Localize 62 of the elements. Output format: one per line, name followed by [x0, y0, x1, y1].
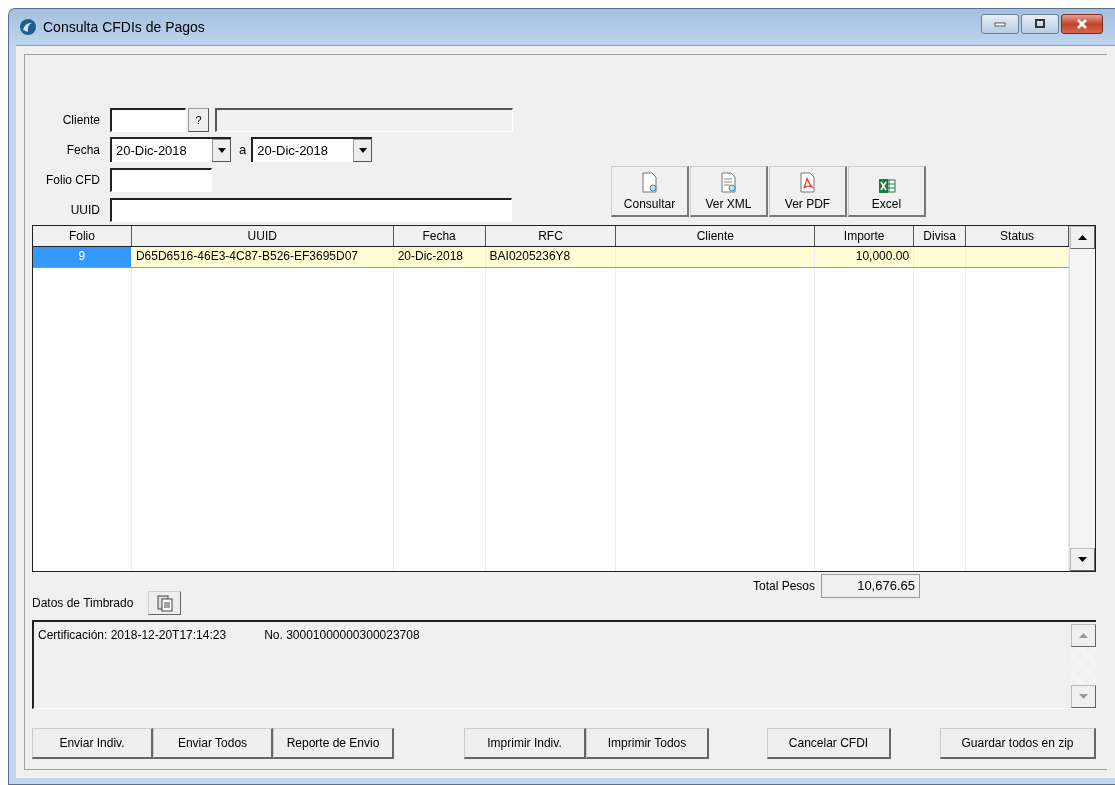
- column-header[interactable]: Divisa: [914, 226, 967, 246]
- column-header[interactable]: RFC: [485, 226, 617, 246]
- column-header[interactable]: Cliente: [616, 226, 816, 246]
- action-button[interactable]: Guardar todos en zip: [940, 728, 1096, 759]
- scroll-up-icon: [1078, 235, 1087, 240]
- table-cell: 10,000.00: [815, 247, 915, 267]
- client-field[interactable]: [110, 107, 186, 132]
- folio-field[interactable]: [110, 167, 212, 192]
- range-separator: a: [239, 142, 247, 157]
- scroll-down-icon: [1078, 557, 1087, 562]
- table-row[interactable]: 9 D65D6516-46E3-4C87-B526-EF3695D07 20-Dic-2018 BAI0205236Y8 10,000.00: [33, 247, 1069, 268]
- field-label: Folio CFD: [45, 172, 100, 187]
- scroll-down-icon: [1079, 694, 1088, 699]
- total-value: 10,676.65: [821, 573, 920, 598]
- scroll-up-icon: [1079, 633, 1088, 638]
- close-button[interactable]: [1061, 14, 1103, 34]
- minimize-icon: [994, 21, 1006, 27]
- document-search-icon: [640, 172, 659, 194]
- action-button[interactable]: Cancelar CFDI: [767, 728, 891, 759]
- certification-text: Certificación: 2018-12-20T17:14:23: [38, 628, 227, 644]
- help-button[interactable]: ?: [188, 107, 209, 132]
- close-icon: [1075, 19, 1089, 29]
- pdf-file-icon: [798, 172, 817, 194]
- copy-button[interactable]: [148, 591, 182, 615]
- toolbar-button[interactable]: Consultar: [611, 166, 689, 217]
- scrollbar[interactable]: [1069, 226, 1095, 571]
- certificate-number-text: No. 30001000000300023708: [264, 628, 420, 644]
- column-header[interactable]: Folio: [33, 226, 132, 246]
- table-cell: 9: [33, 247, 132, 267]
- dropdown-arrow-icon: [358, 148, 367, 153]
- action-button[interactable]: Enviar Todos: [153, 728, 273, 759]
- total-label: Total Pesos: [751, 578, 815, 593]
- date-dropdown[interactable]: 20-Dic-2018: [110, 137, 231, 162]
- client-name-field[interactable]: [215, 107, 513, 132]
- action-button[interactable]: Imprimir Todos: [586, 728, 709, 759]
- date-dropdown[interactable]: 20-Dic-2018: [251, 137, 373, 162]
- maximize-button[interactable]: [1021, 14, 1059, 34]
- column-header[interactable]: UUID: [131, 226, 394, 246]
- table-cell: 20-Dic-2018: [393, 247, 486, 267]
- window-title: Consulta CFDIs de Pagos: [43, 19, 205, 35]
- table-cell: BAI0205236Y8: [485, 247, 617, 267]
- column-header[interactable]: Fecha: [393, 226, 486, 246]
- toolbar-button[interactable]: Ver XML: [690, 166, 768, 217]
- field-label: Fecha: [65, 142, 100, 157]
- scrollbar[interactable]: [1071, 622, 1096, 708]
- action-button[interactable]: Reporte de Envio: [273, 728, 394, 759]
- field-label: UUID: [69, 202, 100, 217]
- column-header[interactable]: Importe: [815, 226, 915, 246]
- document-search-icon: [719, 172, 738, 194]
- toolbar-button[interactable]: Ver PDF: [769, 166, 847, 217]
- maximize-icon: [1034, 19, 1046, 29]
- section-label: Datos de Timbrado: [32, 596, 134, 610]
- action-button[interactable]: Enviar Indiv.: [32, 728, 153, 759]
- field-label: Cliente: [61, 112, 100, 127]
- toolbar-button[interactable]: Excel: [848, 166, 926, 217]
- action-button[interactable]: Imprimir Indiv.: [464, 728, 586, 759]
- uuid-field[interactable]: [110, 197, 512, 222]
- spreadsheet-icon: [877, 178, 896, 194]
- app-icon: [19, 18, 37, 36]
- dropdown-arrow-icon: [217, 148, 226, 153]
- table-cell: D65D6516-46E3-4C87-B526-EF3695D07: [131, 247, 394, 267]
- text-area[interactable]: Certificación: 2018-12-20T17:14:23 No. 30001000000300023708: [32, 620, 1096, 709]
